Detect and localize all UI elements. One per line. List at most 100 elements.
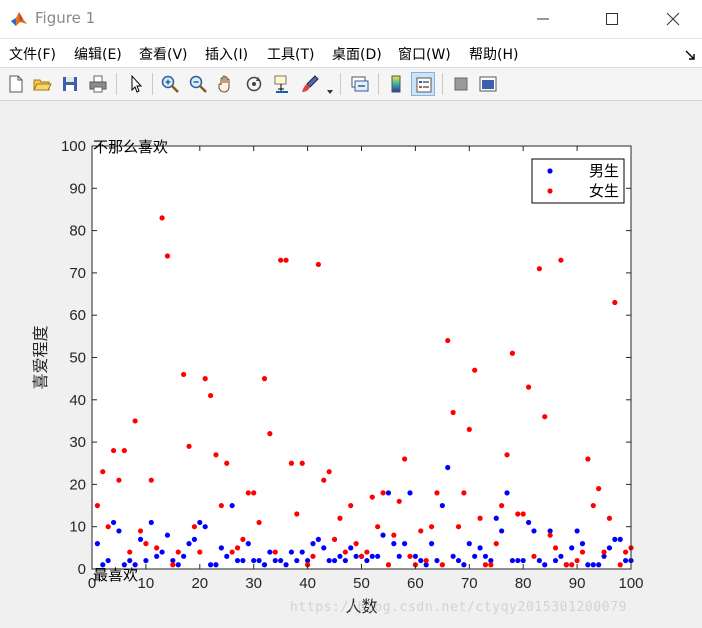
female-data-point xyxy=(612,299,618,306)
female-data-point xyxy=(164,253,171,259)
female-data-point xyxy=(369,494,375,500)
female-data-point xyxy=(558,257,564,263)
brush-dropdown-icon[interactable] xyxy=(326,81,334,94)
x-tick-label: 70 xyxy=(461,575,478,592)
edit-plot-arrow-icon xyxy=(131,74,143,93)
female-data-point xyxy=(531,553,537,559)
menu-help[interactable]: 帮助(H) xyxy=(469,44,518,64)
female-data-point xyxy=(488,562,494,568)
menu-tools[interactable]: 工具(T) xyxy=(267,44,314,64)
female-data-point xyxy=(590,502,596,509)
show-plot-tools-icon xyxy=(479,76,497,92)
matlab-logo-icon xyxy=(10,10,28,28)
x-tick-label: 10 xyxy=(138,575,155,592)
menu-view[interactable]: 查看(V) xyxy=(139,44,188,64)
y-tick-label: 30 xyxy=(69,434,86,451)
zoom-out-icon xyxy=(189,75,207,93)
female-data-point xyxy=(601,549,607,555)
male-data-point xyxy=(439,502,445,509)
zoom-out-button[interactable] xyxy=(186,72,210,96)
male-data-point xyxy=(148,519,154,526)
edit-plot-button[interactable] xyxy=(124,72,148,96)
female-data-point xyxy=(105,524,111,530)
dock-figure-icon[interactable] xyxy=(684,46,696,60)
show-plot-tools-button[interactable] xyxy=(476,72,500,96)
female-data-point xyxy=(418,528,424,534)
male-data-point xyxy=(450,553,456,559)
female-data-point xyxy=(337,515,343,521)
male-data-point xyxy=(552,557,559,564)
female-data-point xyxy=(569,562,575,568)
menu-insert[interactable]: 插入(I) xyxy=(205,44,248,64)
link-plot-button[interactable] xyxy=(348,72,372,96)
male-data-point xyxy=(412,553,418,559)
male-data-point xyxy=(164,532,171,538)
female-data-point xyxy=(116,477,122,483)
pan-button[interactable] xyxy=(214,72,238,96)
male-data-point xyxy=(143,557,149,564)
figure-canvas: 0 10 20 30 40 50 60 70 80 90 100 0 10 20 30 40 50 60 70 80 9… xyxy=(0,101,702,628)
female-data-point xyxy=(466,426,472,433)
female-data-point xyxy=(547,532,553,538)
x-tick-label: 30 xyxy=(245,575,262,592)
new-figure-button[interactable] xyxy=(4,72,28,96)
female-data-point xyxy=(143,541,149,547)
male-data-point xyxy=(288,549,295,555)
x-tick-label: 100 xyxy=(618,575,643,592)
x-tick-label: 90 xyxy=(569,575,586,592)
female-data-point xyxy=(170,562,176,568)
male-data-point xyxy=(218,545,224,551)
toolbar-separator xyxy=(442,73,443,95)
male-data-point xyxy=(472,553,478,559)
y-tick-label: 10 xyxy=(69,519,86,536)
male-data-point xyxy=(127,557,133,564)
y-tick-label: 80 xyxy=(69,223,86,240)
x-tick-label: 50 xyxy=(353,575,370,592)
male-data-point xyxy=(116,528,122,534)
female-data-point xyxy=(299,460,305,466)
chart-legend[interactable]: 男生 女生 xyxy=(531,158,625,204)
toolbar-separator xyxy=(340,73,341,95)
menu-edit[interactable]: 编辑(E) xyxy=(74,44,122,64)
female-data-point xyxy=(574,557,580,564)
female-data-point xyxy=(175,549,181,555)
hide-plot-tools-button[interactable] xyxy=(449,72,473,96)
minimize-button[interactable] xyxy=(520,0,566,38)
close-button[interactable] xyxy=(650,0,696,38)
female-data-point xyxy=(288,460,295,466)
female-data-point xyxy=(132,418,138,424)
male-data-point xyxy=(251,557,257,564)
female-data-point xyxy=(207,392,214,399)
male-data-point xyxy=(283,562,289,568)
brush-button[interactable] xyxy=(298,72,322,96)
menu-desktop[interactable]: 桌面(D) xyxy=(332,44,382,64)
rotate-3d-button[interactable] xyxy=(242,72,266,96)
maximize-button[interactable] xyxy=(589,0,635,38)
female-data-point xyxy=(272,549,278,555)
insert-colorbar-button[interactable] xyxy=(384,72,408,96)
zoom-in-button[interactable] xyxy=(158,72,182,96)
maximize-icon xyxy=(606,13,618,25)
female-data-point xyxy=(191,524,198,530)
male-data-point xyxy=(612,536,618,542)
menu-file[interactable]: 文件(F) xyxy=(9,44,56,64)
male-data-point xyxy=(202,524,208,530)
open-file-button[interactable] xyxy=(30,72,54,96)
female-data-point xyxy=(127,549,133,555)
female-data-point xyxy=(439,562,445,568)
female-data-point xyxy=(563,562,569,568)
data-cursor-button[interactable] xyxy=(270,72,294,96)
male-data-point xyxy=(315,536,321,542)
print-button[interactable] xyxy=(86,72,110,96)
insert-legend-button[interactable] xyxy=(411,72,435,96)
save-button[interactable] xyxy=(58,72,82,96)
y-tick-label: 20 xyxy=(69,476,86,493)
minimize-icon xyxy=(537,18,549,20)
female-data-point xyxy=(585,456,591,462)
female-data-point xyxy=(256,519,262,526)
female-data-point xyxy=(218,502,224,509)
menu-window[interactable]: 窗口(W) xyxy=(398,44,451,64)
female-data-point xyxy=(445,337,451,344)
female-data-point xyxy=(310,553,316,559)
male-data-point xyxy=(606,545,613,551)
